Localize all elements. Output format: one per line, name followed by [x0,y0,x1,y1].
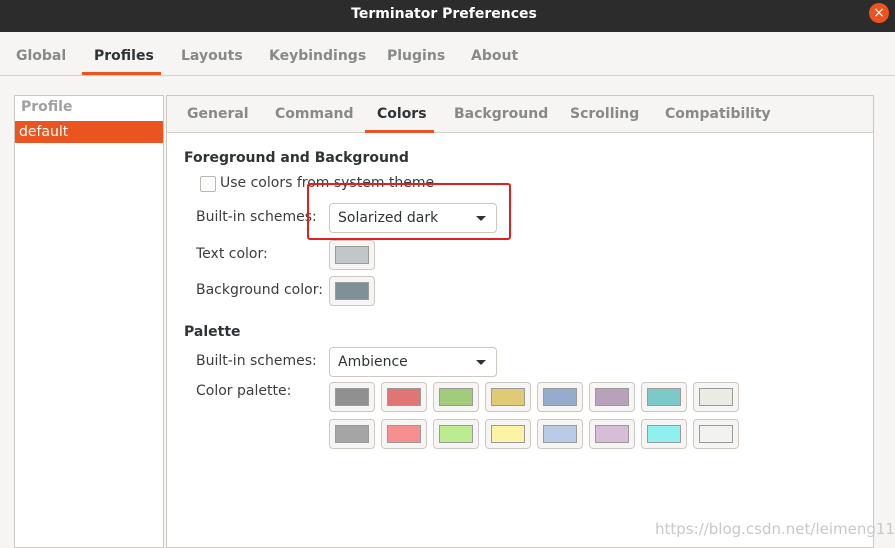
palette-color-button-7[interactable] [641,382,687,412]
watermark: https://blog.csdn.net/leimeng116 [655,520,895,538]
use-system-colors-checkbox[interactable] [200,176,216,192]
palette-color-swatch [699,388,733,406]
active-tab-indicator [82,72,161,75]
text-color-label: Text color: [196,246,268,262]
content-area: Profile default General Command Colors B… [0,77,895,548]
tab-about[interactable]: About [471,48,518,64]
palette-color-button-1[interactable] [329,382,375,412]
palette-color-button-6[interactable] [589,382,635,412]
fg-bg-section-title: Foreground and Background [184,150,409,166]
background-color-label: Background color: [196,282,323,298]
palette-color-button-11[interactable] [433,419,479,449]
palette-section-title: Palette [184,324,241,340]
fg-builtin-schemes-label: Built-in schemes: [196,209,317,225]
subtab-colors[interactable]: Colors [377,106,427,122]
palette-color-swatch [439,425,473,443]
main-tab-bar: Global Profiles Layouts Keybindings Plug… [0,32,895,76]
subtab-background[interactable]: Background [454,106,548,122]
tab-layouts[interactable]: Layouts [181,48,243,64]
palette-color-swatch [543,425,577,443]
palette-color-button-13[interactable] [537,419,583,449]
text-color-swatch [335,246,369,264]
tab-keybindings[interactable]: Keybindings [269,48,366,64]
tab-profiles[interactable]: Profiles [94,48,154,64]
close-button[interactable]: × [869,3,889,23]
close-icon: × [873,5,885,21]
palette-color-swatch [543,388,577,406]
window-title: Terminator Preferences [351,6,537,22]
subtab-scrolling[interactable]: Scrolling [570,106,639,122]
palette-color-swatch [595,425,629,443]
background-color-button[interactable] [329,276,375,306]
subtab-command[interactable]: Command [275,106,354,122]
color-palette-label: Color palette: [196,383,292,399]
palette-color-swatch [335,425,369,443]
palette-builtin-schemes-dropdown[interactable]: Ambience [329,347,497,377]
tab-plugins[interactable]: Plugins [387,48,445,64]
palette-color-swatch [387,425,421,443]
chevron-down-icon [476,216,486,221]
palette-color-swatch [647,388,681,406]
palette-color-button-5[interactable] [537,382,583,412]
palette-builtin-schemes-label: Built-in schemes: [196,353,317,369]
palette-color-button-4[interactable] [485,382,531,412]
palette-color-swatch [491,388,525,406]
profile-sub-tab-bar: General Command Colors Background Scroll… [167,96,873,133]
palette-scheme-value: Ambience [338,354,408,370]
palette-color-button-12[interactable] [485,419,531,449]
palette-color-button-9[interactable] [329,419,375,449]
palette-color-button-2[interactable] [381,382,427,412]
use-system-colors-label: Use colors from system theme [220,175,435,191]
profile-list[interactable]: Profile default [14,95,164,548]
palette-color-button-10[interactable] [381,419,427,449]
text-color-button[interactable] [329,240,375,270]
profile-list-header: Profile [21,99,73,115]
active-subtab-indicator [365,130,434,133]
subtab-general[interactable]: General [187,106,249,122]
palette-color-swatch [335,388,369,406]
profile-item-default[interactable]: default [15,121,163,143]
tab-global[interactable]: Global [16,48,66,64]
palette-color-button-14[interactable] [589,419,635,449]
palette-color-button-8[interactable] [693,382,739,412]
palette-color-swatch [595,388,629,406]
fg-scheme-value: Solarized dark [338,210,439,226]
fg-builtin-schemes-dropdown[interactable]: Solarized dark [329,203,497,233]
palette-color-button-15[interactable] [641,419,687,449]
palette-color-button-16[interactable] [693,419,739,449]
background-color-swatch [335,282,369,300]
palette-color-swatch [699,425,733,443]
palette-color-swatch [439,388,473,406]
palette-color-swatch [491,425,525,443]
palette-color-button-3[interactable] [433,382,479,412]
subtab-compatibility[interactable]: Compatibility [665,106,771,122]
palette-color-swatch [647,425,681,443]
chevron-down-icon [476,360,486,365]
palette-color-swatch [387,388,421,406]
title-bar: Terminator Preferences × [0,0,895,32]
